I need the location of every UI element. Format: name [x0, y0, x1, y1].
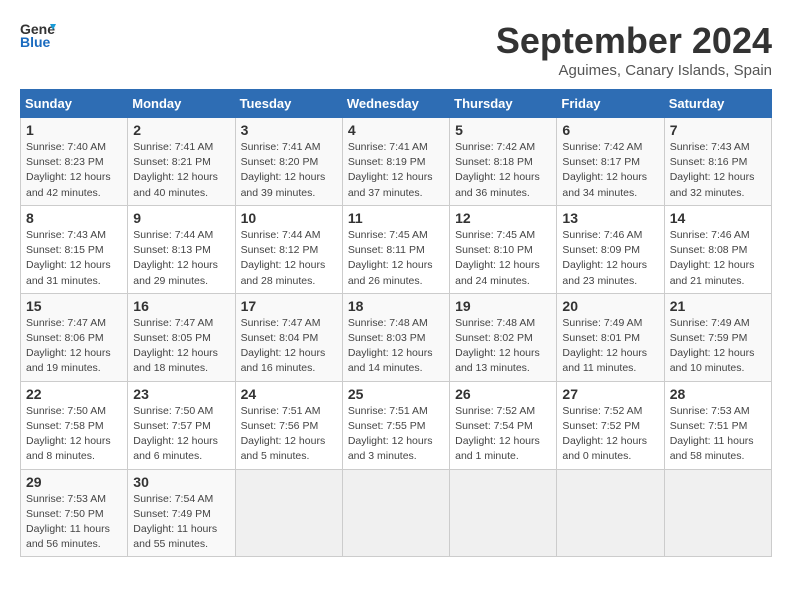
table-row	[342, 469, 449, 557]
page-header: General Blue September 2024 Aguimes, Can…	[20, 20, 772, 79]
col-wednesday: Wednesday	[342, 90, 449, 118]
col-saturday: Saturday	[664, 90, 771, 118]
svg-text:Blue: Blue	[20, 34, 51, 50]
table-row	[450, 469, 557, 557]
table-row: 29Sunrise: 7:53 AMSunset: 7:50 PMDayligh…	[21, 469, 128, 557]
col-monday: Monday	[128, 90, 235, 118]
table-row	[557, 469, 664, 557]
table-row: 6Sunrise: 7:42 AMSunset: 8:17 PMDaylight…	[557, 118, 664, 206]
title-block: September 2024 Aguimes, Canary Islands, …	[496, 20, 772, 79]
logo: General Blue	[20, 20, 56, 50]
table-row: 19Sunrise: 7:48 AMSunset: 8:02 PMDayligh…	[450, 293, 557, 381]
table-row: 21Sunrise: 7:49 AMSunset: 7:59 PMDayligh…	[664, 293, 771, 381]
calendar-week-4: 22Sunrise: 7:50 AMSunset: 7:58 PMDayligh…	[21, 381, 772, 469]
table-row: 23Sunrise: 7:50 AMSunset: 7:57 PMDayligh…	[128, 381, 235, 469]
table-row: 2Sunrise: 7:41 AMSunset: 8:21 PMDaylight…	[128, 118, 235, 206]
table-row: 18Sunrise: 7:48 AMSunset: 8:03 PMDayligh…	[342, 293, 449, 381]
table-row: 1Sunrise: 7:40 AMSunset: 8:23 PMDaylight…	[21, 118, 128, 206]
table-row: 16Sunrise: 7:47 AMSunset: 8:05 PMDayligh…	[128, 293, 235, 381]
table-row: 7Sunrise: 7:43 AMSunset: 8:16 PMDaylight…	[664, 118, 771, 206]
table-row: 24Sunrise: 7:51 AMSunset: 7:56 PMDayligh…	[235, 381, 342, 469]
header-row: Sunday Monday Tuesday Wednesday Thursday…	[21, 90, 772, 118]
table-row: 30Sunrise: 7:54 AMSunset: 7:49 PMDayligh…	[128, 469, 235, 557]
calendar-week-2: 8Sunrise: 7:43 AMSunset: 8:15 PMDaylight…	[21, 205, 772, 293]
calendar-week-5: 29Sunrise: 7:53 AMSunset: 7:50 PMDayligh…	[21, 469, 772, 557]
calendar-week-3: 15Sunrise: 7:47 AMSunset: 8:06 PMDayligh…	[21, 293, 772, 381]
table-row: 8Sunrise: 7:43 AMSunset: 8:15 PMDaylight…	[21, 205, 128, 293]
table-row: 15Sunrise: 7:47 AMSunset: 8:06 PMDayligh…	[21, 293, 128, 381]
logo-icon: General Blue	[20, 20, 56, 50]
col-friday: Friday	[557, 90, 664, 118]
table-row: 4Sunrise: 7:41 AMSunset: 8:19 PMDaylight…	[342, 118, 449, 206]
col-sunday: Sunday	[21, 90, 128, 118]
calendar-week-1: 1Sunrise: 7:40 AMSunset: 8:23 PMDaylight…	[21, 118, 772, 206]
table-row: 27Sunrise: 7:52 AMSunset: 7:52 PMDayligh…	[557, 381, 664, 469]
calendar-subtitle: Aguimes, Canary Islands, Spain	[496, 62, 772, 79]
table-row: 13Sunrise: 7:46 AMSunset: 8:09 PMDayligh…	[557, 205, 664, 293]
table-row: 10Sunrise: 7:44 AMSunset: 8:12 PMDayligh…	[235, 205, 342, 293]
table-row: 9Sunrise: 7:44 AMSunset: 8:13 PMDaylight…	[128, 205, 235, 293]
table-row: 22Sunrise: 7:50 AMSunset: 7:58 PMDayligh…	[21, 381, 128, 469]
table-row: 26Sunrise: 7:52 AMSunset: 7:54 PMDayligh…	[450, 381, 557, 469]
col-thursday: Thursday	[450, 90, 557, 118]
table-row: 12Sunrise: 7:45 AMSunset: 8:10 PMDayligh…	[450, 205, 557, 293]
calendar-table: Sunday Monday Tuesday Wednesday Thursday…	[20, 89, 772, 557]
table-row: 17Sunrise: 7:47 AMSunset: 8:04 PMDayligh…	[235, 293, 342, 381]
table-row	[664, 469, 771, 557]
table-row: 3Sunrise: 7:41 AMSunset: 8:20 PMDaylight…	[235, 118, 342, 206]
table-row: 28Sunrise: 7:53 AMSunset: 7:51 PMDayligh…	[664, 381, 771, 469]
table-row: 20Sunrise: 7:49 AMSunset: 8:01 PMDayligh…	[557, 293, 664, 381]
table-row: 5Sunrise: 7:42 AMSunset: 8:18 PMDaylight…	[450, 118, 557, 206]
table-row	[235, 469, 342, 557]
table-row: 25Sunrise: 7:51 AMSunset: 7:55 PMDayligh…	[342, 381, 449, 469]
calendar-title: September 2024	[496, 20, 772, 62]
table-row: 14Sunrise: 7:46 AMSunset: 8:08 PMDayligh…	[664, 205, 771, 293]
table-row: 11Sunrise: 7:45 AMSunset: 8:11 PMDayligh…	[342, 205, 449, 293]
col-tuesday: Tuesday	[235, 90, 342, 118]
